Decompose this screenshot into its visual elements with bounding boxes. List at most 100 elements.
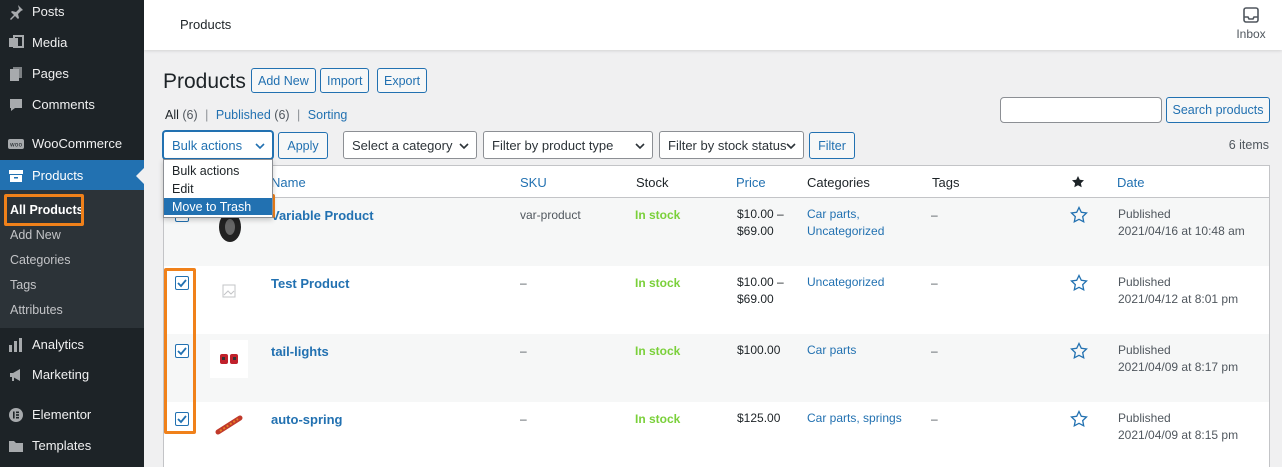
product-sku: – xyxy=(520,276,527,290)
table-row: Variable Product var-product In stock $1… xyxy=(164,198,1269,266)
stock-status-select[interactable]: Filter by stock status xyxy=(659,131,804,159)
view-sorting[interactable]: Sorting xyxy=(308,108,348,122)
sidebar-item-marketing[interactable]: Marketing xyxy=(0,359,144,390)
sidebar-item-label: Comments xyxy=(32,97,95,112)
sidebar-item-elementor[interactable]: Elementor xyxy=(0,399,144,430)
price-line: $10.00 – xyxy=(737,207,784,221)
price-line: $125.00 xyxy=(737,411,781,425)
date-status: Published xyxy=(1118,207,1171,221)
sidebar-item-posts[interactable]: Posts xyxy=(0,0,144,27)
export-button[interactable]: Export xyxy=(377,68,428,93)
search-input[interactable] xyxy=(1000,97,1162,123)
inbox-button[interactable]: Inbox xyxy=(1236,6,1266,41)
product-categories: Uncategorized xyxy=(807,274,884,291)
chevron-down-icon xyxy=(255,143,265,150)
chevron-down-icon xyxy=(459,143,469,150)
product-name-link[interactable]: Variable Product xyxy=(271,207,374,224)
view-published[interactable]: Published xyxy=(216,108,271,122)
apply-button[interactable]: Apply xyxy=(278,132,328,159)
product-name-link[interactable]: Test Product xyxy=(271,275,350,292)
product-categories: Car parts xyxy=(807,342,856,359)
search-products-button[interactable]: Search products xyxy=(1166,97,1270,123)
comment-icon xyxy=(8,97,24,113)
megaphone-icon xyxy=(8,367,24,383)
submenu-attributes[interactable]: Attributes xyxy=(10,303,63,317)
sidebar-item-media[interactable]: Media xyxy=(0,27,144,58)
submenu-tags[interactable]: Tags xyxy=(10,278,36,292)
price-line: $69.00 xyxy=(737,292,774,306)
sidebar-item-label: Templates xyxy=(32,438,92,453)
price-line: $69.00 xyxy=(737,224,774,238)
bulk-option-edit[interactable]: Edit xyxy=(164,180,272,197)
product-type-select[interactable]: Filter by product type xyxy=(483,131,653,159)
view-all[interactable]: All xyxy=(165,108,179,122)
category-link[interactable]: Car parts, xyxy=(807,207,860,221)
category-link[interactable]: Uncategorized xyxy=(807,275,884,289)
pin-icon xyxy=(8,4,24,20)
category-select[interactable]: Select a category xyxy=(343,131,477,159)
submenu-all-products[interactable]: All Products xyxy=(10,203,84,217)
view-all-count: (6) xyxy=(182,108,198,122)
checkmark-icon xyxy=(177,347,187,356)
product-tags: – xyxy=(931,276,938,290)
submenu-categories[interactable]: Categories xyxy=(10,253,70,267)
svg-text:woo: woo xyxy=(10,141,23,148)
inbox-icon xyxy=(1243,7,1259,23)
folder-icon xyxy=(8,438,24,454)
sidebar-item-woocommerce[interactable]: woo WooCommerce xyxy=(0,128,144,159)
topbar-title: Products xyxy=(180,17,232,32)
product-price: $100.00 xyxy=(737,342,780,359)
sidebar-item-label: Analytics xyxy=(32,337,85,352)
table-row: tail-lights – In stock $100.00 Car parts… xyxy=(164,334,1269,402)
row-checkbox[interactable] xyxy=(175,276,189,290)
placeholder-image-icon xyxy=(222,284,236,298)
star-outline-icon[interactable] xyxy=(1070,342,1088,360)
star-outline-icon[interactable] xyxy=(1070,274,1088,292)
row-checkbox[interactable] xyxy=(175,412,189,426)
category-link[interactable]: Uncategorized xyxy=(807,224,884,238)
stock-status: In stock xyxy=(635,412,681,426)
sidebar-item-analytics[interactable]: Analytics xyxy=(0,329,144,360)
row-checkbox[interactable] xyxy=(175,344,189,358)
product-price: $10.00 – $69.00 xyxy=(737,274,784,308)
bulk-option-move-to-trash[interactable]: Move to Trash xyxy=(164,198,272,215)
bulk-actions-select[interactable]: Bulk actions xyxy=(163,131,273,159)
elementor-icon xyxy=(8,407,24,423)
sidebar-item-label: Posts xyxy=(32,4,65,19)
submenu-add-new[interactable]: Add New xyxy=(10,228,61,242)
column-header-price[interactable]: Price xyxy=(736,175,766,190)
filter-button[interactable]: Filter xyxy=(809,132,855,159)
chevron-down-icon xyxy=(635,143,645,150)
product-price: $125.00 xyxy=(737,410,780,427)
featured-star-icon[interactable] xyxy=(1071,175,1085,189)
pages-icon xyxy=(8,66,24,82)
star-outline-icon[interactable] xyxy=(1070,206,1088,224)
price-line: $100.00 xyxy=(737,343,781,357)
import-button[interactable]: Import xyxy=(320,68,370,93)
price-line: $10.00 – xyxy=(737,275,784,289)
inbox-label: Inbox xyxy=(1236,27,1266,41)
add-new-button[interactable]: Add New xyxy=(251,68,316,93)
sidebar-item-label: WooCommerce xyxy=(32,136,123,151)
sidebar-item-label: Elementor xyxy=(32,407,92,422)
sidebar-item-comments[interactable]: Comments xyxy=(0,89,144,120)
product-price: $10.00 – $69.00 xyxy=(737,206,784,240)
column-header-date[interactable]: Date xyxy=(1117,175,1144,190)
product-name-link[interactable]: auto-spring xyxy=(271,411,343,428)
bulk-option-bulk-actions[interactable]: Bulk actions xyxy=(164,162,272,179)
category-link[interactable]: Car parts, springs xyxy=(807,411,902,425)
products-table: Name SKU Stock Price Categories Tags Dat… xyxy=(163,165,1270,467)
sidebar-item-products[interactable]: Products xyxy=(0,160,144,191)
bulk-actions-value: Bulk actions xyxy=(172,137,243,153)
product-categories: Car parts, springs xyxy=(807,410,902,427)
product-name-link[interactable]: tail-lights xyxy=(271,343,329,360)
category-link[interactable]: Car parts xyxy=(807,343,856,357)
star-outline-icon[interactable] xyxy=(1070,410,1088,428)
column-header-sku[interactable]: SKU xyxy=(520,175,547,190)
page-title: Products xyxy=(163,70,246,93)
column-header-name[interactable]: Name xyxy=(271,175,306,190)
sidebar-item-templates[interactable]: Templates xyxy=(0,430,144,461)
sidebar-item-pages[interactable]: Pages xyxy=(0,58,144,89)
product-date: Published 2021/04/09 at 8:15 pm xyxy=(1118,410,1238,444)
media-icon xyxy=(8,34,24,51)
